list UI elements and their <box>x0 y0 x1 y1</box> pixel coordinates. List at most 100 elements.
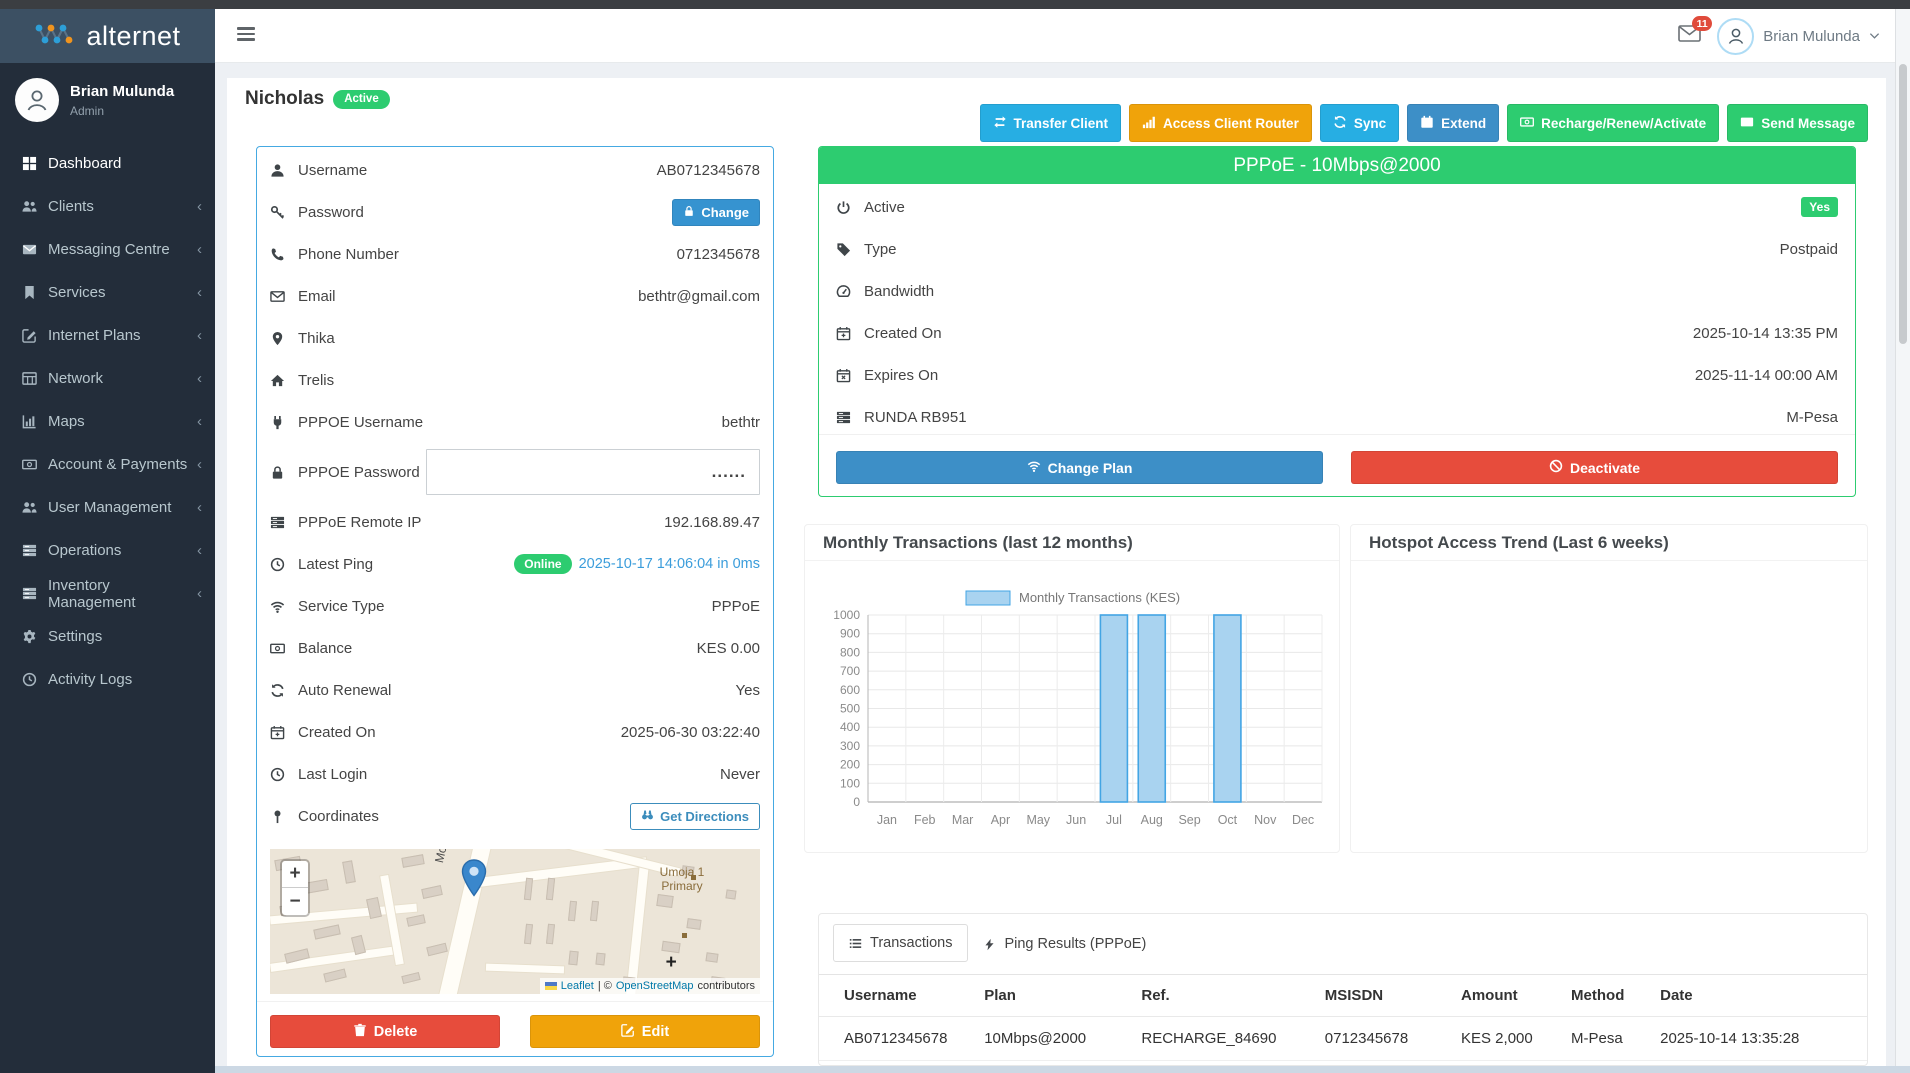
chevron-down-icon <box>1869 27 1880 45</box>
sidebar-user-role: Admin <box>70 104 174 118</box>
action-button-label: Transfer Client <box>1014 116 1109 131</box>
vertical-scrollbar[interactable] <box>1895 9 1910 1066</box>
sidebar-item-maps[interactable]: Maps‹ <box>0 400 215 443</box>
client-location-map[interactable]: + − Moi Drive Umoja 1 Primary + Leaflet … <box>270 849 760 994</box>
sidebar: Brian Mulunda Admin DashboardClients‹Mes… <box>0 63 215 1073</box>
transfer-client-button[interactable]: Transfer Client <box>980 104 1122 142</box>
plan-title: PPPoE - 10Mbps@2000 <box>819 147 1855 184</box>
messages-button[interactable]: 11 <box>1678 25 1701 47</box>
recharge-renew-activate-button[interactable]: Recharge/Renew/Activate <box>1507 104 1719 142</box>
map-marker-icon[interactable] <box>461 859 487 902</box>
svg-text:Apr: Apr <box>991 813 1010 827</box>
edit-icon <box>621 1023 635 1041</box>
monthly-transactions-card: Monthly Transactions (last 12 months) Mo… <box>804 524 1340 853</box>
plan-label: RUNDA RB951 <box>864 409 967 426</box>
sidebar-item-label: Activity Logs <box>48 671 202 688</box>
svg-text:500: 500 <box>840 702 860 716</box>
get-directions-button[interactable]: Get Directions <box>630 803 760 830</box>
sidebar-item-label: Settings <box>48 628 202 645</box>
sidebar-item-internet-plans[interactable]: Internet Plans‹ <box>0 314 215 357</box>
deactivate-button[interactable]: Deactivate <box>1351 451 1838 484</box>
detail-row-pppoe-password: PPPOE Password...... <box>270 443 760 501</box>
plan-active-badge: Yes <box>1801 197 1838 217</box>
detail-row-email: Emailbethtr@gmail.com <box>270 275 760 317</box>
openstreetmap-link[interactable]: OpenStreetMap <box>616 980 694 992</box>
detail-label: PPPOE Username <box>298 414 423 431</box>
money-icon <box>1520 115 1534 132</box>
tab-label: Ping Results (PPPoE) <box>1004 936 1146 952</box>
server-icon <box>22 543 48 558</box>
map-zoom-in-button[interactable]: + <box>282 861 308 888</box>
user-menu[interactable]: Brian Mulunda <box>1717 18 1880 55</box>
leaflet-link[interactable]: Leaflet <box>561 980 594 992</box>
map-road <box>485 964 564 974</box>
svg-text:0: 0 <box>853 795 860 809</box>
sidebar-avatar <box>15 78 59 122</box>
attribution-suffix: contributors <box>698 980 755 992</box>
detail-value: bethtr <box>722 414 760 431</box>
tab-label: Transactions <box>870 935 952 951</box>
phone-icon <box>270 247 290 262</box>
svg-text:Jan: Jan <box>877 813 897 827</box>
send-message-button[interactable]: Send Message <box>1727 104 1868 142</box>
svg-text:400: 400 <box>840 720 860 734</box>
plan-value: 2025-10-14 13:35 PM <box>1693 325 1838 342</box>
sidebar-item-settings[interactable]: Settings <box>0 615 215 658</box>
sidebar-item-services[interactable]: Services‹ <box>0 271 215 314</box>
detail-row-last-login: Last LoginNever <box>270 753 760 795</box>
client-status-badge: Active <box>333 90 390 109</box>
cog-icon <box>22 629 48 644</box>
sidebar-item-label: Clients <box>48 198 197 215</box>
brand-logo[interactable]: alternet <box>0 9 215 63</box>
pppoe-password-input[interactable]: ...... <box>426 449 760 495</box>
sidebar-item-dashboard[interactable]: Dashboard <box>0 142 215 185</box>
map-building <box>568 901 577 922</box>
users-icon <box>22 500 48 515</box>
tab-ping-results-pppoe[interactable]: Ping Results (PPPoE) <box>968 926 1161 962</box>
plan-label: Created On <box>864 325 942 342</box>
plan-row-bandwidth: Bandwidth <box>836 270 1838 312</box>
delete-button[interactable]: Delete <box>270 1015 500 1048</box>
change-button[interactable]: Change <box>672 199 760 226</box>
detail-label: Thika <box>298 330 335 347</box>
map-zoom-out-button[interactable]: − <box>282 888 308 915</box>
tab-transactions[interactable]: Transactions <box>833 924 968 962</box>
sidebar-item-user-management[interactable]: User Management‹ <box>0 486 215 529</box>
sync-button[interactable]: Sync <box>1320 104 1399 142</box>
detail-row-password: PasswordChange <box>270 191 760 233</box>
bookmark-icon <box>22 285 48 300</box>
navbar-right: 11 Brian Mulunda <box>1678 9 1880 63</box>
horizontal-scrollbar[interactable] <box>215 1066 1910 1073</box>
plan-label: Bandwidth <box>864 283 934 300</box>
svg-text:600: 600 <box>840 683 860 697</box>
sidebar-item-clients[interactable]: Clients‹ <box>0 185 215 228</box>
latest-ping-link[interactable]: 2025-10-17 14:06:04 in 0ms <box>579 556 760 572</box>
chevron-left-icon: ‹ <box>197 327 202 344</box>
extend-button[interactable]: Extend <box>1407 104 1499 142</box>
table-cell: 0712345678 <box>1317 1017 1453 1061</box>
sidebar-toggle-button[interactable] <box>237 27 255 44</box>
sidebar-item-account-payments[interactable]: Account & Payments‹ <box>0 443 215 486</box>
action-button-label: Send Message <box>1761 116 1855 131</box>
map-building <box>568 950 578 965</box>
sidebar-item-operations[interactable]: Operations‹ <box>0 529 215 572</box>
change-plan-button[interactable]: Change Plan <box>836 451 1323 484</box>
sidebar-item-inventory-management[interactable]: Inventory Management‹ <box>0 572 215 615</box>
detail-row-thika: Thika <box>270 317 760 359</box>
edit-button[interactable]: Edit <box>530 1015 760 1048</box>
svg-text:100: 100 <box>840 776 860 790</box>
sidebar-item-network[interactable]: Network‹ <box>0 357 215 400</box>
vertical-scrollbar-thumb[interactable] <box>1899 64 1907 344</box>
plan-label: Expires On <box>864 367 938 384</box>
chevron-left-icon: ‹ <box>197 284 202 301</box>
sidebar-item-messaging-centre[interactable]: Messaging Centre‹ <box>0 228 215 271</box>
user-icon <box>270 163 290 178</box>
sidebar-item-label: User Management <box>48 499 197 516</box>
plan-value: M-Pesa <box>1786 409 1838 426</box>
sidebar-item-activity-logs[interactable]: Activity Logs <box>0 658 215 701</box>
detail-label: Auto Renewal <box>298 682 391 699</box>
table-row[interactable]: AB071234567810Mbps@2000RECHARGE_84690071… <box>819 1017 1867 1061</box>
client-actions: Transfer Client Access Client RouterSyncE… <box>980 104 1869 142</box>
access-client-router-button[interactable]: Access Client Router <box>1129 104 1312 142</box>
sidebar-user-panel: Brian Mulunda Admin <box>0 63 215 134</box>
